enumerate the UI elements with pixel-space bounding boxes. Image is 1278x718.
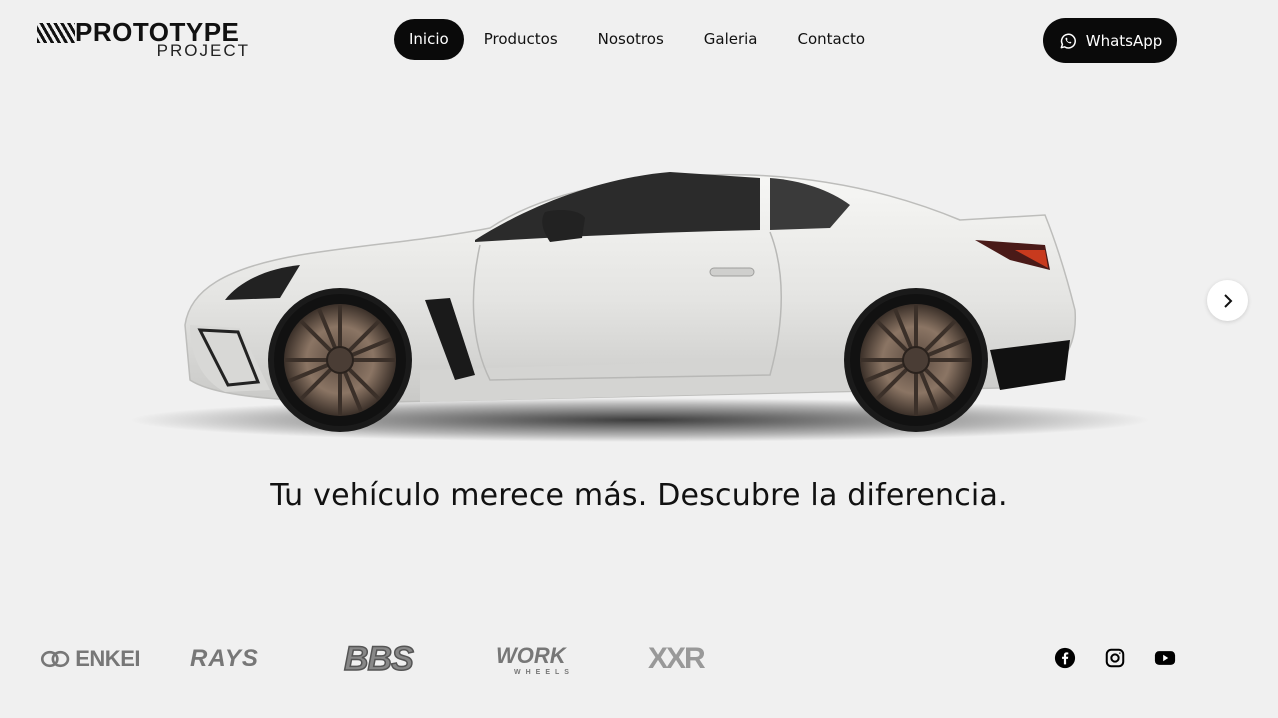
youtube-link[interactable] — [1154, 647, 1176, 669]
social-links — [1054, 647, 1176, 669]
whatsapp-button[interactable]: WhatsApp — [1043, 18, 1177, 63]
brand-logo-enkei[interactable]: ENKEI — [40, 636, 140, 682]
brand-logo-xxr[interactable]: XXR — [648, 636, 752, 682]
hero-car-image — [130, 172, 1150, 442]
brand-logo-work[interactable]: WORK WHEELS — [496, 636, 600, 682]
carousel-next-button[interactable] — [1207, 280, 1248, 321]
main-nav: Inicio Productos Nosotros Galeria Contac… — [394, 19, 885, 60]
logo-stripes-icon — [37, 23, 75, 43]
youtube-icon — [1154, 651, 1176, 665]
facebook-icon — [1054, 647, 1076, 669]
nav-item-contacto[interactable]: Contacto — [778, 19, 886, 60]
nav-item-inicio[interactable]: Inicio — [394, 19, 464, 60]
site-logo[interactable]: PROTOTYPE PROJECT — [37, 18, 252, 62]
nav-item-galeria[interactable]: Galeria — [684, 19, 778, 60]
brand-label: BBS — [343, 639, 414, 679]
enkei-ring-icon — [40, 650, 70, 668]
hero-tagline: Tu vehículo merece más. Descubre la dife… — [270, 478, 1008, 513]
whatsapp-icon — [1060, 33, 1076, 49]
brand-label: XXR — [648, 642, 706, 675]
instagram-icon — [1105, 648, 1125, 668]
instagram-link[interactable] — [1104, 647, 1126, 669]
nav-item-nosotros[interactable]: Nosotros — [578, 19, 684, 60]
nav-item-productos[interactable]: Productos — [464, 19, 578, 60]
brand-label: WORK — [496, 642, 566, 668]
brand-sublabel: WHEELS — [514, 668, 574, 676]
brand-label: ENKEI — [75, 646, 140, 671]
chevron-right-icon — [1223, 293, 1232, 308]
whatsapp-label: WhatsApp — [1085, 31, 1163, 50]
brand-logo-bbs[interactable]: BBS — [343, 636, 448, 682]
logo-sub-text: PROJECT — [156, 41, 250, 60]
brand-label: RAYS — [190, 645, 259, 672]
brand-logo-rays[interactable]: RAYS — [190, 636, 294, 682]
facebook-link[interactable] — [1054, 647, 1076, 669]
